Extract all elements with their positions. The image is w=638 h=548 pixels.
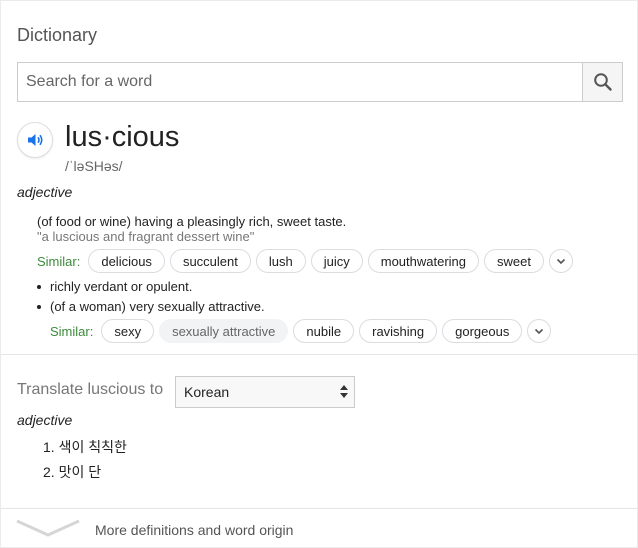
- similar-chip[interactable]: lush: [255, 249, 306, 273]
- similar-chip[interactable]: succulent: [169, 249, 251, 273]
- chevron-down-icon: [556, 258, 566, 265]
- expand-similar-button[interactable]: [527, 319, 552, 343]
- part-of-speech: adjective: [17, 184, 73, 200]
- similar-chip[interactable]: mouthwatering: [367, 249, 480, 273]
- definition-1: (of food or wine) having a pleasingly ri…: [37, 214, 347, 229]
- similar-chip[interactable]: ravishing: [359, 319, 438, 343]
- similar-chip[interactable]: sexually attractive: [159, 319, 289, 343]
- definition-3-text: (of a woman) very sexually attractive.: [50, 299, 265, 314]
- similar-row-1: Similar: delicious succulent lush juicy …: [37, 248, 573, 274]
- search-input[interactable]: [18, 63, 582, 101]
- language-select-value: Korean: [184, 384, 230, 400]
- search-icon: [593, 73, 612, 91]
- pronunciation-button[interactable]: [17, 122, 53, 158]
- similar-chip[interactable]: nubile: [293, 319, 355, 343]
- similar-chip[interactable]: delicious: [88, 249, 165, 273]
- expand-similar-button[interactable]: [548, 249, 573, 273]
- language-select[interactable]: Korean: [175, 376, 355, 408]
- headword: lus·cious: [65, 121, 180, 153]
- chevron-down-icon: [535, 328, 544, 335]
- translation-item: 1. 색이 칙칙한: [43, 439, 127, 455]
- translation-item: 2. 맛이 단: [43, 464, 102, 480]
- dictionary-card: Dictionary lus·cious /ˈləSHəs/ adjective…: [0, 0, 638, 548]
- example-1: "a luscious and fragrant dessert wine": [37, 229, 255, 244]
- search-box: [17, 62, 623, 102]
- divider: [1, 354, 638, 355]
- similar-chip[interactable]: sexy: [101, 319, 155, 343]
- similar-chip[interactable]: gorgeous: [442, 319, 523, 343]
- bullet: [37, 284, 41, 289]
- similar-chip[interactable]: sweet: [484, 249, 544, 273]
- definition-2: richly verdant or opulent.: [37, 279, 192, 294]
- similar-chip[interactable]: juicy: [310, 249, 363, 273]
- definition-3: (of a woman) very sexually attractive.: [37, 299, 265, 314]
- more-definitions-label: More definitions and word origin: [95, 522, 294, 538]
- bullet: [37, 304, 41, 309]
- definition-2-text: richly verdant or opulent.: [50, 279, 193, 294]
- phonetic: /ˈləSHəs/: [65, 158, 123, 174]
- translation-part-of-speech: adjective: [17, 412, 73, 428]
- similar-label: Similar:: [50, 323, 94, 339]
- similar-label: Similar:: [37, 253, 81, 269]
- speaker-icon: [28, 134, 43, 146]
- similar-row-2: Similar: sexy sexually attractive nubile…: [50, 318, 552, 344]
- card-title: Dictionary: [17, 25, 98, 45]
- chevron-down-icon: [16, 519, 80, 537]
- search-button[interactable]: [582, 63, 622, 101]
- more-definitions-button[interactable]: More definitions and word origin: [1, 509, 638, 548]
- select-arrows-icon: [340, 385, 348, 398]
- translate-label: Translate luscious to: [17, 381, 164, 398]
